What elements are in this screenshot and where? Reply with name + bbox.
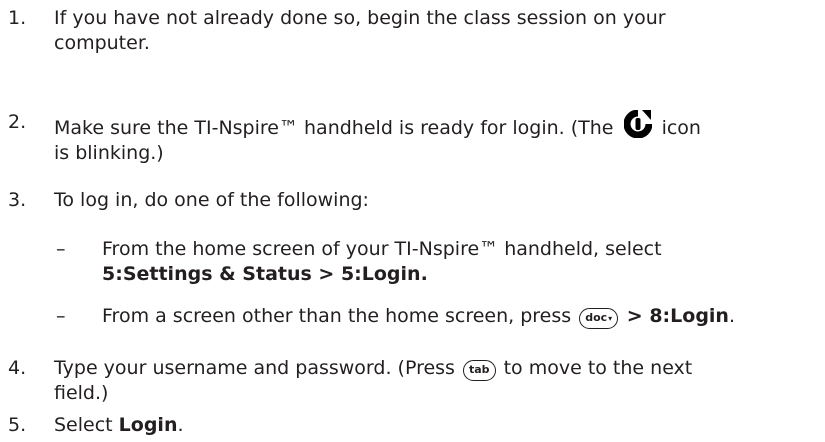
step-text: Make sure the TI-Nspire™ handheld is rea… xyxy=(54,109,824,166)
menu-path: 5:Settings & Status > 5:Login. xyxy=(102,263,428,285)
option-text-line: From the home screen of your TI-Nspire™ … xyxy=(102,238,662,260)
step-number: 5. xyxy=(8,414,27,436)
step-number: 3. xyxy=(8,189,27,211)
step-text-line: computer. xyxy=(54,32,150,54)
option-text: From the home screen of your TI-Nspire™ … xyxy=(102,237,824,287)
option-text-segment: . xyxy=(728,305,736,327)
step-text-segment: icon xyxy=(655,117,701,139)
step-text-line: To log in, do one of the following: xyxy=(54,189,369,211)
option-text-line: From a screen other than the home screen… xyxy=(102,304,824,329)
option-text-line: 5:Settings & Status > 5:Login. xyxy=(102,262,824,287)
tab-key-label: tab xyxy=(469,363,490,376)
step-number: 1. xyxy=(8,7,27,29)
tab-key: tab xyxy=(463,360,496,381)
step-text: Type your username and password. (Press … xyxy=(54,356,824,406)
login-label: Login xyxy=(118,414,178,436)
step-text-segment: Type your username and password. (Press xyxy=(54,357,461,379)
step-text: Select Login. xyxy=(54,413,824,438)
step-text-segment: to move to the next xyxy=(497,357,693,379)
step-number: 4. xyxy=(8,357,27,379)
dropdown-triangle-icon: ▾ xyxy=(608,314,613,323)
bullet-dash: – xyxy=(56,305,66,327)
option-text-segment: From a screen other than the home screen… xyxy=(102,305,578,327)
doc-key-label: doc xyxy=(585,311,608,324)
step-text-line: field.) xyxy=(54,382,109,404)
step-text-line: Type your username and password. (Press … xyxy=(54,356,824,381)
step-text: To log in, do one of the following: xyxy=(54,188,824,213)
step-text-segment: Make sure the TI-Nspire™ handheld is rea… xyxy=(54,117,620,139)
step-text-segment: . xyxy=(177,414,184,436)
option-text: From a screen other than the home screen… xyxy=(102,304,824,329)
menu-path: > 8:Login xyxy=(620,305,729,327)
step-text: If you have not already done so, begin t… xyxy=(54,6,824,56)
step-text-line: Select Login. xyxy=(54,413,824,438)
login-icon xyxy=(623,109,653,139)
instructions-document: 1. If you have not already done so, begi… xyxy=(0,0,825,442)
doc-key: doc▾ xyxy=(579,308,619,329)
step-text-line: If you have not already done so, begin t… xyxy=(54,7,666,29)
step-number: 2. xyxy=(8,111,27,133)
bullet-dash: – xyxy=(56,238,66,260)
step-text-line: Make sure the TI-Nspire™ handheld is rea… xyxy=(54,109,824,141)
step-text-line: is blinking.) xyxy=(54,142,164,164)
step-text-segment: Select xyxy=(54,414,113,436)
